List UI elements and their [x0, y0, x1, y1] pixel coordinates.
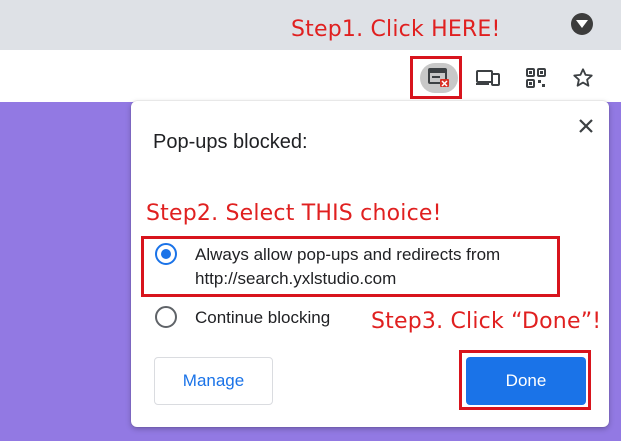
- cast-devices-icon: [476, 70, 500, 86]
- radio-continue-blocking[interactable]: [155, 306, 177, 328]
- address-bar[interactable]: [0, 56, 400, 96]
- close-icon: [579, 119, 593, 133]
- tab-strip: Step1. Click HERE!: [0, 0, 621, 50]
- step3-highlight-box: [459, 350, 591, 410]
- qr-code-icon: [526, 68, 546, 88]
- bookmark-button[interactable]: [568, 63, 598, 93]
- cast-devices-button[interactable]: [473, 63, 503, 93]
- step1-annotation: Step1. Click HERE!: [291, 17, 501, 42]
- manage-button[interactable]: Manage: [154, 357, 273, 405]
- qr-code-button[interactable]: [521, 63, 551, 93]
- chevron-down-icon: [576, 20, 588, 28]
- step3-annotation: Step3. Click “Done”!: [371, 309, 602, 334]
- step2-highlight-box: [141, 236, 560, 297]
- tab-search-button[interactable]: [571, 13, 593, 35]
- dialog-title: Pop-ups blocked:: [153, 131, 308, 153]
- step2-annotation: Step2. Select THIS choice!: [146, 201, 442, 226]
- close-button[interactable]: [575, 115, 597, 137]
- continue-blocking-label: Continue blocking: [195, 308, 331, 327]
- bookmark-star-icon: [573, 68, 593, 87]
- step1-highlight-box: [410, 56, 462, 99]
